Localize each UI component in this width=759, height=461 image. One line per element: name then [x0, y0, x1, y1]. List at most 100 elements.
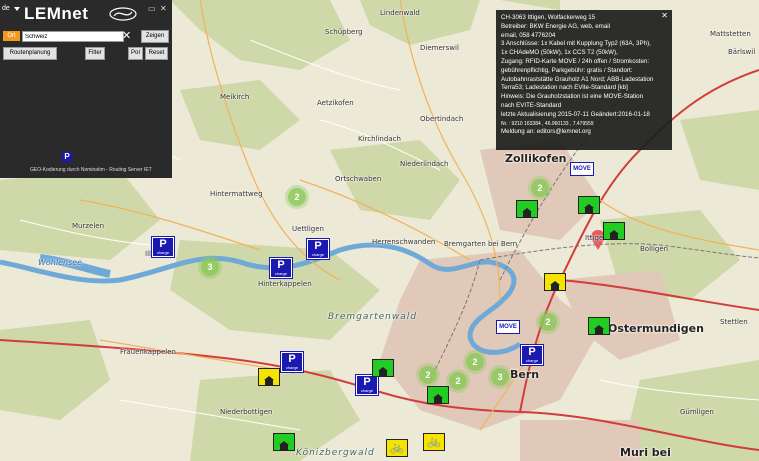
place-label: Bärlswil [728, 48, 756, 56]
place-label: Könizbergwald [296, 448, 375, 458]
cluster-marker[interactable]: 2 [466, 353, 484, 371]
place-label: Obertindach [420, 115, 464, 123]
place-label: Herrenschwanden [372, 238, 436, 246]
house-charge-marker[interactable] [603, 222, 625, 240]
parking-sub: charge [285, 365, 299, 370]
move-station-marker[interactable]: MOVE [570, 162, 594, 176]
control-panel: de LEMnet ▭ ✕ Ort ✕ Zeigen Routenplanung… [0, 0, 172, 178]
info-line: letzte Aktualisierung 2015-07-11 Geänder… [501, 110, 650, 118]
clear-icon[interactable]: ✕ [122, 29, 131, 42]
parking-sub: charge [156, 250, 170, 255]
place-label: Meikirch [220, 93, 250, 101]
ort-label: Ort [3, 31, 20, 41]
info-line: Zugang: RFID-Karte MOVE / 24h offen / St… [501, 57, 650, 65]
place-label: Frauenkappelen [120, 348, 176, 356]
house-charge-marker[interactable] [427, 386, 449, 404]
minimize-icon[interactable]: ▭ [148, 4, 156, 13]
place-label: Stettlen [720, 318, 748, 326]
info-line: Meldung an: editors@lemnet.org [501, 128, 591, 136]
parking-charge-marker[interactable]: Pcharge [307, 239, 329, 259]
place-label: Gümligen [680, 408, 714, 416]
parking-charge-marker[interactable]: Pcharge [521, 345, 543, 365]
info-line: 3 Anschlüsse: 1x Kabel mit Kupplung Typ2… [501, 40, 651, 48]
info-line: CH-3063 Ittigen, Wolfackerweg 15 [501, 14, 596, 21]
info-line: gebührenpflichtig, Parkgebühr: gratis / … [501, 66, 633, 74]
parking-charge-marker[interactable]: Pcharge [152, 237, 174, 257]
house-charge-marker[interactable] [578, 196, 600, 214]
bike-charge-marker[interactable]: 🚲 [386, 439, 408, 457]
house-icon [279, 437, 289, 450]
plug-logo-icon [109, 7, 137, 21]
place-label: Wohlensee [38, 258, 83, 267]
parking-letter: P [277, 259, 285, 271]
cluster-marker[interactable]: 2 [539, 313, 557, 331]
place-label: Schüpberg [325, 28, 363, 36]
parking-letter: P [314, 240, 322, 252]
language-selector[interactable]: de [2, 5, 10, 12]
cluster-marker[interactable]: 2 [288, 188, 306, 206]
parking-letter: P [528, 346, 536, 358]
place-label: Ortschwaben [335, 175, 382, 183]
info-line: Betreiber: BKW Energie AG, web, email [501, 22, 611, 30]
cluster-marker[interactable]: 2 [449, 372, 467, 390]
place-label: Hinterkappelen [258, 280, 312, 288]
place-label: Lindenwald [380, 9, 420, 17]
house-icon [609, 226, 619, 239]
house-icon [264, 372, 274, 385]
cluster-marker[interactable]: 2 [419, 366, 437, 384]
info-line: email, 058 4776204 [501, 31, 556, 39]
place-label: Aetzikofen [317, 99, 354, 107]
place-label: Kirchlindach [358, 135, 401, 143]
info-line: Autobahnraststätte Grauholz A1 Nord; ABB… [501, 75, 654, 83]
place-label: Niederlindach [400, 160, 449, 168]
house-icon [433, 390, 443, 403]
place-label: Ostermundigen [608, 322, 704, 335]
parking-sub: charge [274, 271, 288, 276]
parking-sub: charge [311, 252, 325, 257]
info-line: 1x CHAdeMO (50kW), 1x CCS T2 (50kW), [501, 49, 618, 57]
place-label: Muri bei [620, 446, 671, 459]
house-icon [378, 363, 388, 376]
place-label: Murzelen [72, 222, 105, 230]
place-label: Bremgarten bei Bern [444, 240, 518, 248]
house-charge-marker[interactable] [516, 200, 538, 218]
zeigen-button[interactable]: Zeigen [141, 30, 169, 43]
chevron-down-icon[interactable] [14, 7, 20, 11]
cluster-marker[interactable]: 2 [531, 179, 549, 197]
search-input[interactable] [22, 31, 124, 42]
house-icon [584, 200, 594, 213]
house-charge-marker[interactable] [588, 317, 610, 335]
place-label: Uettligen [292, 225, 324, 233]
bicycle-icon: 🚲 [390, 442, 404, 454]
credit-text: GEO-Kodierung durch Nominatim - Routing … [30, 167, 152, 173]
parking-charge-marker[interactable]: Pcharge [270, 258, 292, 278]
house-charge-marker[interactable] [544, 273, 566, 291]
app-logo: LEMnet [24, 4, 89, 23]
close-icon[interactable]: ✕ [160, 4, 167, 13]
place-label: Bremgartenwald [328, 312, 417, 322]
close-icon[interactable]: ✕ [661, 11, 668, 21]
move-station-marker[interactable]: MOVE [496, 320, 520, 334]
info-line: Hinweis: Die Grauholzstation ist eine MO… [501, 93, 644, 101]
parking-letter: P [159, 238, 167, 250]
house-charge-marker[interactable] [372, 359, 394, 377]
house-charge-marker[interactable] [258, 368, 280, 386]
house-icon [522, 204, 532, 217]
place-label: Mattstetten [710, 30, 751, 38]
cluster-marker[interactable]: 3 [201, 258, 219, 276]
parking-charge-marker[interactable]: Pcharge [356, 375, 378, 395]
routenplanung-button[interactable]: Routenplanung [3, 47, 57, 60]
cluster-marker[interactable]: 3 [491, 368, 509, 386]
place-label: Hintermattweg [210, 190, 263, 198]
filter-button[interactable]: Filter [85, 47, 105, 60]
parking-charge-marker[interactable]: Pcharge [281, 352, 303, 372]
place-label: Bolligen [640, 245, 669, 253]
place-label: Bern [510, 368, 540, 381]
parking-letter: P [288, 353, 296, 365]
poi-button[interactable]: PoI [128, 47, 143, 60]
house-icon [550, 277, 560, 290]
bike-charge-marker[interactable]: 🚲 [423, 433, 445, 451]
place-label: Niederbottigen [220, 408, 273, 416]
reset-button[interactable]: Reset [145, 47, 168, 60]
house-charge-marker[interactable] [273, 433, 295, 451]
